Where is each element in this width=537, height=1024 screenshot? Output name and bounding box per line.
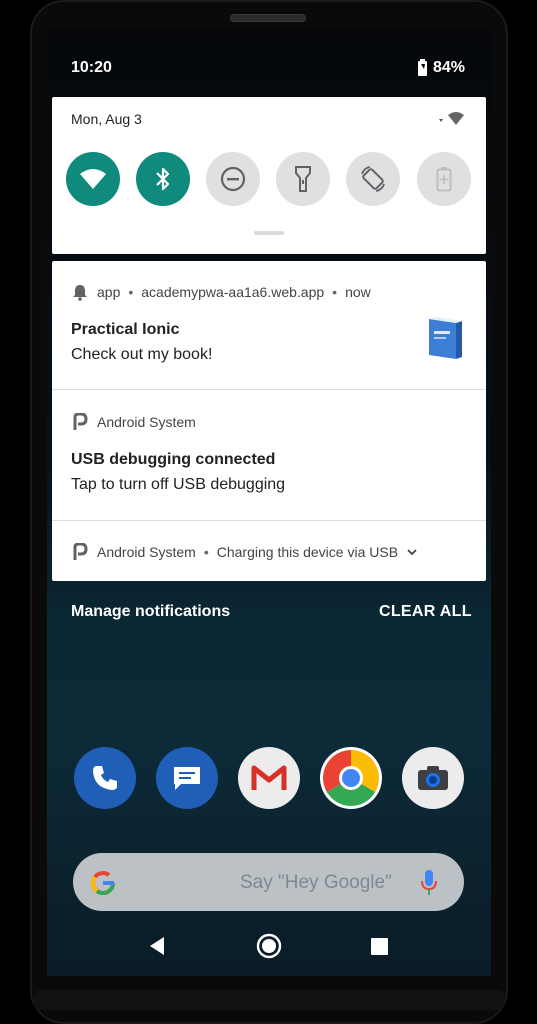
notification-summary: Charging this device via USB [216,544,399,560]
separator-dot: • [203,544,209,560]
messages-app-icon[interactable] [156,747,218,809]
notification-app-name: app [97,284,121,300]
notification-list: app • academypwa-aa1a6.web.app • now Pra… [52,261,486,581]
search-hint-text: Say "Hey Google" [240,872,392,893]
phone-icon [93,766,117,790]
recents-button[interactable] [370,937,389,956]
back-button[interactable] [146,935,168,957]
quick-settings-panel: Mon, Aug 3 [52,97,486,254]
flashlight-icon [295,166,311,192]
notification-title: Practical Ionic [71,321,180,338]
gmail-app-icon[interactable] [238,747,300,809]
manage-notifications-button[interactable]: Manage notifications [71,603,230,621]
wifi-icon [80,169,106,189]
battery-charging-icon [418,58,427,76]
bell-icon [73,285,87,301]
auto-rotate-icon [361,166,385,192]
notification-text: Check out my book! [71,346,213,363]
google-search-bar[interactable]: Say "Hey Google" [73,853,464,911]
home-button[interactable] [256,933,282,959]
notification-app-name: Android System [97,544,196,560]
android-system-icon [73,543,88,560]
notification-title: USB debugging connected [71,451,276,468]
notification-source: academypwa-aa1a6.web.app [141,284,325,300]
notification-text: Tap to turn off USB debugging [71,476,286,493]
bluetooth-tile[interactable] [136,152,190,206]
android-system-icon [73,413,88,430]
qs-expand-handle[interactable] [254,231,284,235]
message-bubble-icon [174,767,200,790]
book-cover-thumbnail [429,317,462,359]
chrome-app-icon[interactable] [320,747,382,809]
flashlight-tile[interactable] [276,152,330,206]
status-time: 10:20 [71,59,112,76]
chevron-down-icon[interactable] [406,547,418,557]
gmail-icon [251,765,287,790]
phone-app-icon[interactable] [74,747,136,809]
wifi-tile[interactable] [66,152,120,206]
do-not-disturb-tile[interactable] [206,152,260,206]
phone-bottom-bezel [34,990,504,1010]
camera-app-icon[interactable] [402,747,464,809]
notification-usb-debugging[interactable]: Android System USB debugging connected T… [52,390,486,521]
chrome-icon [323,750,379,806]
camera-icon [418,766,448,790]
notification-time: now [345,284,371,300]
do-not-disturb-icon [220,166,246,192]
battery-saver-tile[interactable] [417,152,471,206]
separator-dot: • [332,284,338,300]
notification-app-name: Android System [97,414,196,430]
notification-header: Android System • Charging this device vi… [71,543,418,561]
notification-header: Android System [71,413,196,431]
notification-practical-ionic[interactable]: app • academypwa-aa1a6.web.app • now Pra… [52,261,486,390]
wifi-signal-icon [439,112,464,125]
status-battery: 84% [418,58,466,77]
clear-all-button[interactable]: CLEAR ALL [379,603,472,621]
microphone-icon[interactable] [419,868,439,898]
bluetooth-icon [156,167,170,191]
earpiece-speaker [230,14,306,22]
notification-charging[interactable]: Android System • Charging this device vi… [52,521,486,581]
google-logo-icon [91,871,115,895]
separator-dot: • [128,284,134,300]
battery-saver-icon [436,167,452,192]
notification-header: app • academypwa-aa1a6.web.app • now [71,283,371,301]
auto-rotate-tile[interactable] [346,152,400,206]
battery-percent: 84% [433,59,466,76]
qs-date: Mon, Aug 3 [71,111,142,127]
